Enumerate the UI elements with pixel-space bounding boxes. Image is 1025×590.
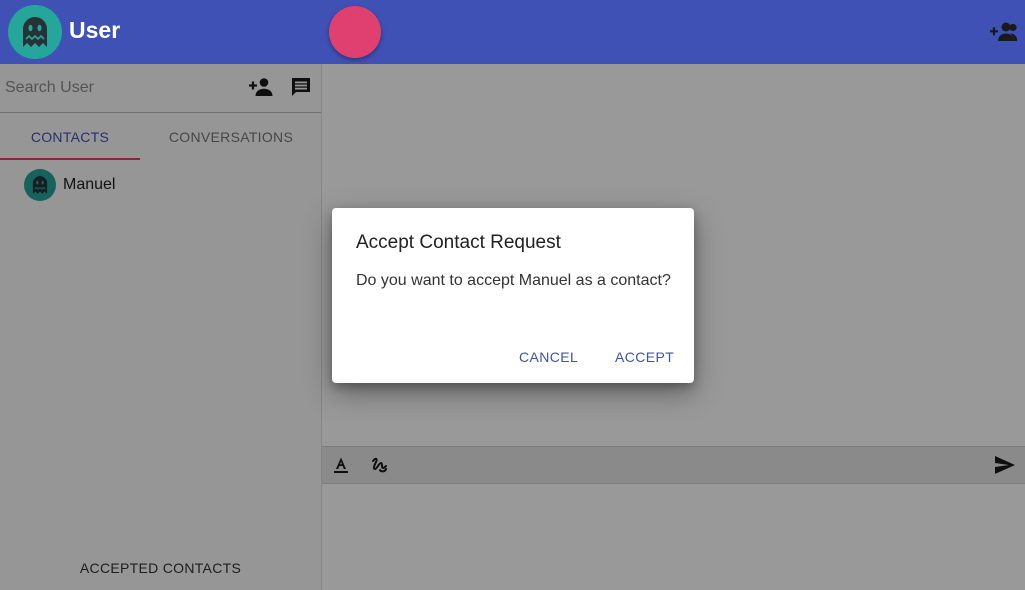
app-window: User Search User CONTACTS CONVERSATIONS … xyxy=(0,0,1025,590)
dialog-message: Do you want to accept Manuel as a contac… xyxy=(356,272,671,289)
status-fab-button[interactable] xyxy=(329,6,381,58)
ghost-icon[interactable] xyxy=(8,5,62,59)
current-user-name: User xyxy=(69,17,121,43)
dialog-title: Accept Contact Request xyxy=(356,232,561,253)
accept-button[interactable]: ACCEPT xyxy=(615,344,674,370)
app-header: User xyxy=(0,0,1025,64)
cancel-button[interactable]: CANCEL xyxy=(519,344,578,370)
group-add-icon[interactable] xyxy=(990,20,1018,44)
accept-contact-dialog: Accept Contact Request Do you want to ac… xyxy=(332,208,694,383)
